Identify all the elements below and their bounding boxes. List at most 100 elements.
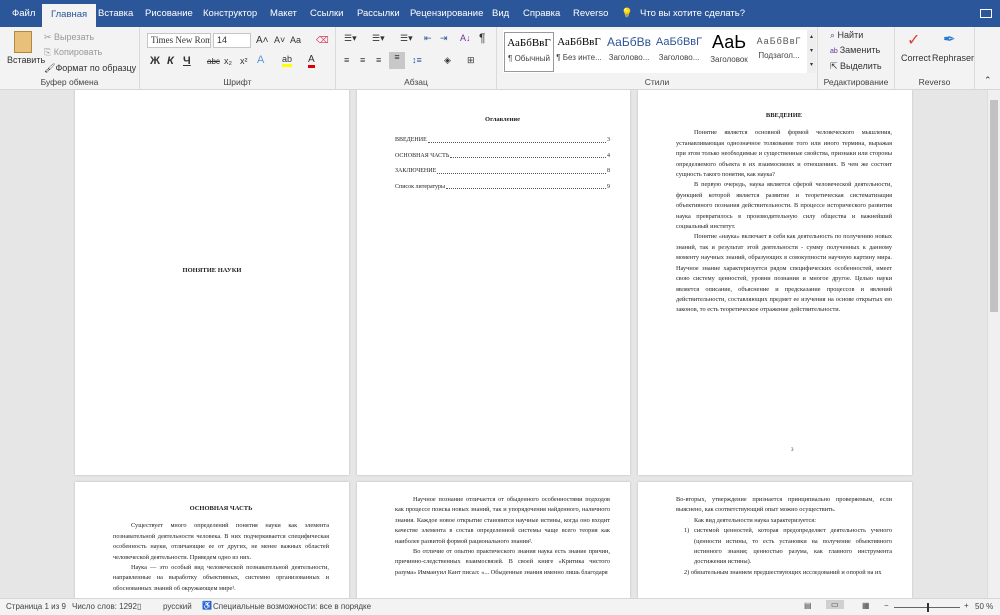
bold-button[interactable]: Ж: [150, 55, 160, 67]
cut-button[interactable]: ✂ Вырезать: [44, 32, 94, 43]
subscript-button[interactable]: x₂: [224, 56, 232, 66]
italic-button[interactable]: К: [167, 55, 174, 67]
font-color-icon[interactable]: A: [308, 54, 315, 68]
change-case-button[interactable]: Aa: [290, 35, 301, 45]
shading-icon[interactable]: ◈: [444, 55, 451, 66]
borders-icon[interactable]: ⊞: [467, 55, 475, 66]
page-number: 3: [791, 448, 794, 453]
web-layout-icon[interactable]: ▦: [862, 601, 870, 610]
show-marks-button[interactable]: ¶: [479, 31, 485, 45]
format-painter-button[interactable]: 🖌Формат по образцу: [44, 63, 136, 74]
accessibility-status[interactable]: Специальные возможности: все в порядке: [213, 602, 371, 611]
tab-mailings[interactable]: Рассылки: [357, 8, 400, 19]
brush-icon: 🖌: [44, 63, 56, 73]
line-spacing-icon[interactable]: ↕≡: [412, 55, 422, 65]
strikethrough-button[interactable]: abc: [207, 57, 220, 66]
paragraph: В первую очередь, наука является сферой …: [676, 181, 892, 231]
clear-formatting-icon[interactable]: ⌫: [316, 35, 329, 46]
grow-font-button[interactable]: A˄: [256, 35, 269, 46]
tell-me-input[interactable]: Что вы хотите сделать?: [640, 8, 745, 19]
font-group: Times New Roman 14 A˄ A˅ Aa ⌫ Ж К Ч abc …: [140, 27, 336, 89]
cursor-icon: ⇱: [830, 61, 841, 71]
rephraser-button[interactable]: Rephraser: [932, 53, 974, 63]
zoom-out-button[interactable]: −: [884, 601, 889, 610]
page-2: Оглавление ВВЕДЕНИЕ 3 ОСНОВНАЯ ЧАСТЬ 4 ЗАК…: [357, 90, 630, 475]
scrollbar-thumb[interactable]: [990, 100, 998, 312]
tab-help[interactable]: Справка: [523, 8, 560, 19]
decrease-indent-icon[interactable]: ⇤: [424, 33, 432, 44]
read-mode-icon[interactable]: ▤: [804, 601, 812, 610]
copy-icon: ⎘: [44, 47, 54, 57]
style-no-spacing[interactable]: АаБбВвГ ¶ Без инте...: [554, 32, 604, 72]
ribbon: Вставить ✂ Вырезать ⎘ Копировать 🖌Формат…: [0, 27, 1000, 90]
vertical-scrollbar[interactable]: [987, 90, 1000, 598]
word-count[interactable]: Число слов: 1292: [72, 602, 137, 611]
paragraph-label: Абзац: [404, 77, 428, 87]
highlight-icon[interactable]: ab: [282, 54, 293, 67]
tab-draw[interactable]: Рисование: [145, 8, 193, 19]
replace-button[interactable]: ab Заменить: [830, 45, 880, 55]
font-size-select[interactable]: 14: [213, 33, 251, 48]
increase-indent-icon[interactable]: ⇥: [440, 33, 448, 44]
page-count[interactable]: Страница 1 из 9: [6, 602, 66, 611]
style-normal[interactable]: АаБбВвГ ¶ Обычный: [504, 32, 554, 72]
tab-view[interactable]: Вид: [492, 8, 509, 19]
paragraph-group: ☰▾ ☰▾ ☰▾ ⇤ ⇥ A↓ ¶ ≡ ≡ ≡ ≡ ↕≡ ◈ ⊞ Абзац: [336, 27, 497, 89]
text-effects-icon[interactable]: A: [257, 54, 264, 66]
superscript-button[interactable]: x²: [240, 56, 248, 66]
paste-button[interactable]: Вставить: [7, 55, 45, 65]
correct-button[interactable]: Correct: [901, 53, 931, 63]
multilevel-list-icon[interactable]: ☰▾: [400, 33, 413, 44]
editing-label: Редактирование: [823, 77, 889, 87]
shrink-font-button[interactable]: A˅: [274, 35, 285, 45]
collapse-ribbon-icon[interactable]: ⌃: [984, 75, 992, 86]
tab-layout[interactable]: Макет: [270, 8, 297, 19]
bullets-icon[interactable]: ☰▾: [344, 33, 357, 44]
tab-design[interactable]: Конструктор: [203, 8, 257, 19]
align-center-icon[interactable]: ≡: [360, 55, 365, 65]
style-title[interactable]: АаЬ Заголовок: [704, 32, 754, 72]
tab-review[interactable]: Рецензирование: [410, 8, 483, 19]
paragraph: Как вид деятельности наука характеризует…: [694, 516, 816, 524]
font-name-select[interactable]: Times New Roman: [147, 33, 211, 48]
paste-icon[interactable]: [14, 31, 32, 53]
rephraser-icon: ✒: [943, 31, 956, 48]
align-right-icon[interactable]: ≡: [376, 55, 381, 65]
tab-home[interactable]: Главная: [42, 4, 97, 27]
numbering-icon[interactable]: ☰▾: [372, 33, 385, 44]
toc-entry[interactable]: Список литературы 9: [395, 182, 610, 192]
justify-icon[interactable]: ≡: [389, 52, 405, 69]
underline-button[interactable]: Ч: [183, 55, 191, 67]
document-area[interactable]: ПОНЯТИЕ НАУКИ Оглавление ВВЕДЕНИЕ 3 ОСНОВ…: [0, 90, 987, 598]
style-heading-1[interactable]: АаБбВв Заголово...: [604, 32, 654, 72]
zoom-slider[interactable]: [894, 603, 960, 612]
find-button[interactable]: ⌕ Найти: [830, 30, 863, 41]
tab-references[interactable]: Ссылки: [310, 8, 343, 19]
toc-entry[interactable]: ЗАКЛЮЧЕНИЕ 8: [395, 166, 610, 176]
toc-entry[interactable]: ВВЕДЕНИЕ 3: [395, 135, 610, 145]
toc-entry[interactable]: ОСНОВНАЯ ЧАСТЬ 4: [395, 151, 610, 161]
reverso-label: Reverso: [918, 77, 951, 87]
style-subtitle[interactable]: АаБбВвГ Подзагол...: [754, 32, 804, 72]
scissors-icon: ✂: [44, 32, 55, 42]
zoom-slider-thumb[interactable]: [927, 603, 929, 612]
tab-insert[interactable]: Вставка: [98, 8, 133, 19]
print-layout-icon[interactable]: ▭: [826, 600, 844, 609]
proofing-icon[interactable]: ▯: [137, 602, 141, 611]
styles-group: АаБбВвГ ¶ Обычный АаБбВвГ ¶ Без инте... Аа…: [497, 27, 818, 89]
sort-icon[interactable]: A↓: [460, 33, 471, 43]
styles-scroll[interactable]: ▴ ▾ ▾: [807, 30, 816, 73]
zoom-in-button[interactable]: +: [964, 601, 969, 610]
select-button[interactable]: ⇱ Выделить: [830, 61, 882, 72]
style-heading-2[interactable]: АаБбВвГ Заголово...: [654, 32, 704, 72]
tab-reverso[interactable]: Reverso: [573, 8, 608, 19]
tab-file[interactable]: Файл: [12, 8, 35, 19]
page-4: ОСНОВНАЯ ЧАСТЬ Существует много определе…: [75, 482, 349, 598]
clipboard-group: Вставить ✂ Вырезать ⎘ Копировать 🖌Формат…: [0, 27, 140, 89]
comments-icon[interactable]: [980, 9, 992, 18]
language[interactable]: русский: [163, 602, 192, 611]
align-left-icon[interactable]: ≡: [344, 55, 349, 65]
zoom-level[interactable]: 50 %: [975, 602, 993, 611]
paragraph: Существует много определений понятия нау…: [113, 522, 329, 561]
copy-button[interactable]: ⎘ Копировать: [44, 47, 102, 58]
